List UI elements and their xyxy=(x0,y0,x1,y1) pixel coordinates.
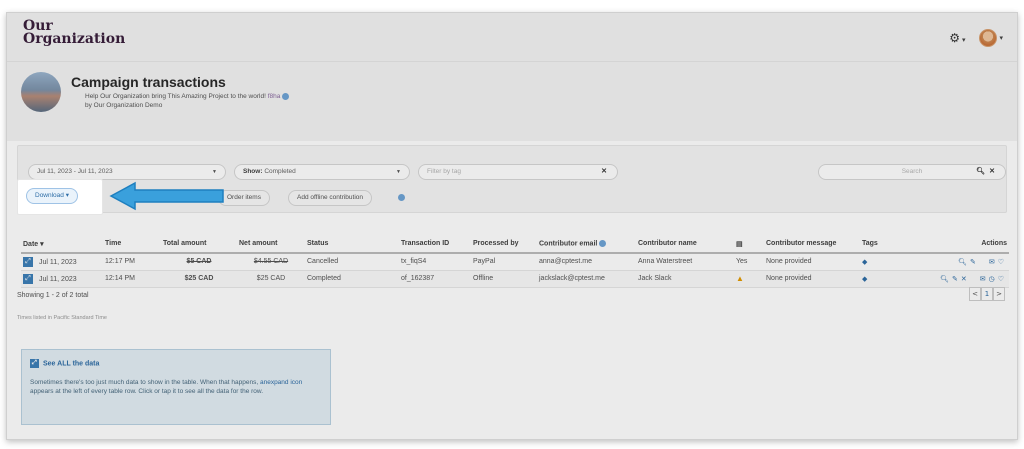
edit-icon[interactable]: ✎ xyxy=(970,259,979,266)
top-right-controls: ⚙ ▾ ▾ xyxy=(949,29,1003,47)
col-status: Status xyxy=(305,235,399,254)
chevron-down-icon: ▾ xyxy=(65,192,69,199)
col-time: Time xyxy=(103,235,161,254)
showing-count: Showing 1 - 2 of 2 total xyxy=(17,292,89,299)
email-icon[interactable]: ✉ xyxy=(989,259,998,266)
show-label: Show: xyxy=(243,168,263,175)
search-placeholder: Search xyxy=(901,168,923,175)
chevron-down-icon: ▾ xyxy=(961,36,966,44)
avatar xyxy=(979,29,998,47)
search-input[interactable]: Search 🔍︎✕ xyxy=(818,164,1006,180)
org-logo[interactable]: Our Organization xyxy=(23,19,126,47)
campaign-image xyxy=(21,72,61,112)
tag-filter-placeholder: Filter by tag xyxy=(427,168,461,175)
subtitle-link[interactable]: f8ha xyxy=(268,93,281,100)
tag-icon[interactable]: ◆ xyxy=(862,276,867,283)
current-page[interactable]: 1 xyxy=(981,287,993,301)
callout-arrow-icon xyxy=(109,181,224,211)
col-transaction-id: Transaction ID xyxy=(399,235,471,254)
gear-icon: ⚙ xyxy=(949,31,960,45)
download-button[interactable]: Download ▾ xyxy=(26,188,78,204)
col-processed-by: Processed by xyxy=(471,235,537,254)
col-contributor-name: Contributor name xyxy=(636,235,734,254)
chevron-down-icon: ▼ xyxy=(396,169,401,175)
subtitle-text: Help Our Organization bring This Amazing… xyxy=(85,93,266,100)
expand-icon[interactable]: ⤢ xyxy=(23,256,33,267)
date-range-select[interactable]: Jul 11, 2023 - Jul 11, 2023 ▼ xyxy=(28,164,226,180)
tip-box: ⤢ See ALL the data Sometimes there's too … xyxy=(21,349,331,425)
col-contributor-message: Contributor message xyxy=(764,235,860,254)
prev-page-button[interactable]: < xyxy=(969,287,981,301)
col-receipt: ▤ xyxy=(734,235,764,254)
col-contributor-email: Contributor email xyxy=(537,235,636,254)
add-offline-label: Add offline contribution xyxy=(297,194,364,201)
tip-title: ⤢ See ALL the data xyxy=(30,359,99,368)
tag-icon[interactable]: ◆ xyxy=(862,259,867,266)
heart-icon[interactable]: ♡ xyxy=(998,259,1007,266)
transactions-table: Date ▾ Time Total amount Net amount Stat… xyxy=(21,235,1009,288)
download-highlight: Download ▾ xyxy=(17,179,103,215)
search-icon[interactable]: 🔍︎ xyxy=(940,276,952,283)
campaign-header: Campaign transactions Help Our Organizat… xyxy=(7,61,1017,141)
logo-line2: Organization xyxy=(23,31,126,47)
expand-icon[interactable]: ⤢ xyxy=(23,273,33,284)
email-icon[interactable]: ✉ xyxy=(980,276,989,283)
tag-filter-input[interactable]: Filter by tag ✕ xyxy=(418,164,618,180)
app-window: Our Organization ⚙ ▾ ▾ Campaign transacti… xyxy=(6,12,1018,440)
sort-down-icon: ▾ xyxy=(40,240,44,248)
info-icon[interactable] xyxy=(599,239,607,247)
by-line: by Our Organization Demo xyxy=(85,102,163,109)
top-bar: Our Organization ⚙ ▾ ▾ xyxy=(7,13,1017,61)
download-label: Download xyxy=(35,192,64,199)
date-range-value: Jul 11, 2023 - Jul 11, 2023 xyxy=(37,168,113,175)
close-icon[interactable]: ✕ xyxy=(601,165,607,179)
table-header-row: Date ▾ Time Total amount Net amount Stat… xyxy=(21,235,1009,254)
chevron-down-icon: ▾ xyxy=(999,34,1003,42)
add-offline-contribution-button[interactable]: Add offline contribution xyxy=(288,190,373,206)
pagination: < 1 > xyxy=(969,287,1005,301)
page-title: Campaign transactions xyxy=(71,74,226,90)
info-icon[interactable] xyxy=(398,194,405,201)
col-date[interactable]: Date ▾ xyxy=(21,235,103,254)
search-icon[interactable]: 🔍︎ xyxy=(976,168,989,175)
next-page-button[interactable]: > xyxy=(993,287,1005,301)
close-icon[interactable]: ✕ xyxy=(989,168,999,175)
col-actions: Actions xyxy=(920,235,1009,254)
receipt-icon: ▤ xyxy=(736,240,743,248)
chevron-down-icon: ▼ xyxy=(212,169,217,175)
col-net: Net amount xyxy=(237,235,305,254)
col-tags: Tags xyxy=(860,235,920,254)
table-row: ⤢ Jul 11, 2023 12:17 PM $5 CAD $4.55 CAD … xyxy=(21,253,1009,271)
clock-icon[interactable]: ◷ xyxy=(989,276,998,283)
heart-icon[interactable]: ♡ xyxy=(998,276,1007,283)
user-menu[interactable]: ▾ xyxy=(979,29,1003,47)
settings-menu[interactable]: ⚙ ▾ xyxy=(949,31,965,45)
info-icon[interactable] xyxy=(282,92,290,100)
order-items-label: Order items xyxy=(227,194,261,201)
warning-icon: ▲ xyxy=(736,274,744,283)
edit-icon[interactable]: ✎ xyxy=(952,276,961,283)
show-status-select[interactable]: Show: Completed ▼ xyxy=(234,164,410,180)
delete-icon[interactable]: ✕ xyxy=(961,276,970,283)
timezone-note: Times listed in Pacific Standard Time xyxy=(17,315,107,321)
show-value: Completed xyxy=(264,168,296,175)
table-row: ⤢ Jul 11, 2023 12:14 PM $25 CAD $25 CAD C… xyxy=(21,270,1009,288)
search-icon[interactable]: 🔍︎ xyxy=(958,259,970,266)
col-total: Total amount xyxy=(161,235,237,254)
campaign-subtitle: Help Our Organization bring This Amazing… xyxy=(85,92,290,110)
expand-icon: ⤢ xyxy=(30,359,39,368)
tip-body: Sometimes there's too just much data to … xyxy=(30,379,303,395)
